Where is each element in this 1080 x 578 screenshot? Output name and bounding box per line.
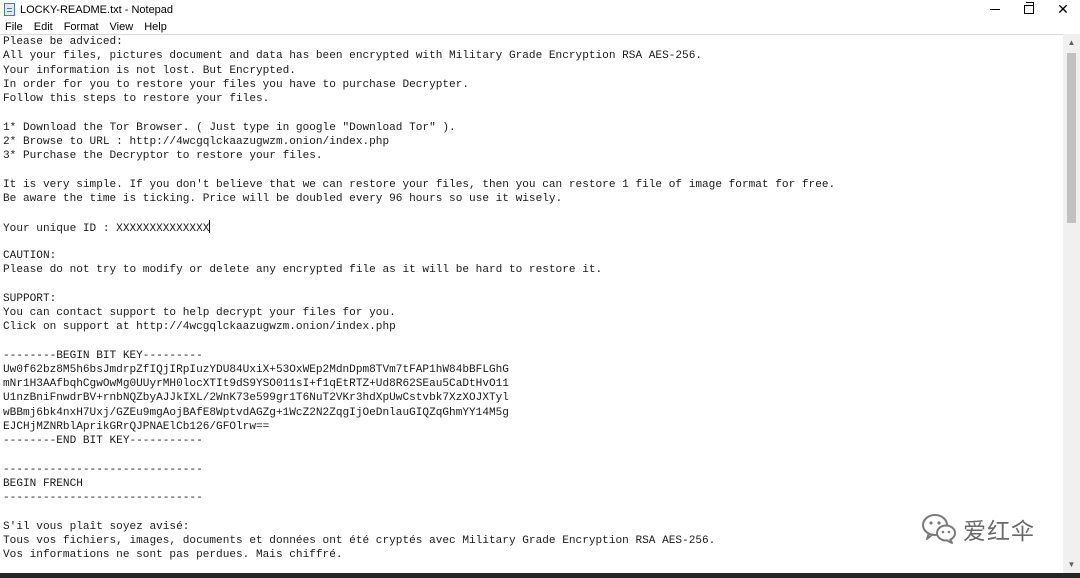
- vertical-scrollbar[interactable]: ▲ ▼: [1063, 34, 1080, 573]
- close-icon: ✕: [1057, 1, 1069, 17]
- text-line: [3, 277, 1063, 291]
- text-line: 3* Purchase the Decryptor to restore you…: [3, 150, 323, 162]
- watermark-text: 爱红伞: [963, 519, 1035, 545]
- notepad-window: LOCKY-README.txt - Notepad ✕ File Edit F…: [0, 0, 1080, 578]
- text-line: Your unique ID : XXXXXXXXXXXXXX: [3, 220, 1063, 235]
- text-line: [3, 163, 1063, 177]
- close-button[interactable]: ✕: [1046, 0, 1080, 19]
- scroll-thumb[interactable]: [1067, 53, 1076, 223]
- scroll-down-arrow-icon[interactable]: ▼: [1063, 556, 1080, 573]
- text-line: Tous vos fichiers, images, documents et …: [3, 534, 716, 547]
- text-content[interactable]: Please be adviced: All your files, pictur…: [0, 35, 1063, 562]
- title-bar[interactable]: LOCKY-README.txt - Notepad ✕: [0, 0, 1080, 19]
- wechat-logo-icon: [922, 514, 956, 544]
- bottom-edge: [0, 573, 1080, 578]
- text-line: ------------------------------: [3, 492, 203, 504]
- menu-format[interactable]: Format: [59, 21, 105, 33]
- text-line: [3, 505, 1063, 519]
- text-line: Uw0f62bz8M5h6bsJmdrpZfIQjIRpIuzYDU84UxiX…: [3, 363, 509, 376]
- window-title: LOCKY-README.txt - Notepad: [20, 3, 174, 16]
- text-line: Click on support at http://4wcgqlckaazug…: [3, 321, 396, 333]
- text-line: [3, 206, 1063, 220]
- maximize-icon: [1024, 2, 1034, 14]
- text-line: [3, 334, 1063, 348]
- text-line: SUPPORT:: [3, 292, 57, 305]
- minimize-icon: [990, 9, 1000, 10]
- text-caret: [209, 220, 211, 234]
- text-line: 2* Browse to URL : http://4wcgqlckaazugw…: [3, 135, 390, 148]
- text-line: [3, 235, 1063, 249]
- text-line: U1nzBniFnwdrBV+rnbNQZbyAJJkIXL/2WnK73e59…: [3, 392, 509, 405]
- text-line: wBBmj6bk4nxH7Uxj/GZEu9mgAojBAfE8WptvdAGZ…: [3, 406, 509, 419]
- text-line: Be aware the time is ticking. Price will…: [3, 192, 563, 205]
- menu-help[interactable]: Help: [139, 21, 173, 33]
- menu-file[interactable]: File: [0, 21, 29, 33]
- text-line: In order for you to restore your files y…: [3, 78, 470, 91]
- text-line: It is very simple. If you don't believe …: [3, 178, 836, 191]
- text-line: S'il vous plaît soyez avisé:: [3, 520, 190, 533]
- watermark: 爱红伞: [921, 512, 1035, 546]
- text-line: Please be adviced:: [3, 36, 123, 48]
- text-line: Your information is not lost. But Encryp…: [3, 64, 296, 77]
- text-line: ------------------------------: [3, 463, 203, 476]
- menu-bar: File Edit Format View Help: [0, 19, 1080, 34]
- text-editor-area[interactable]: Please be adviced: All your files, pictur…: [0, 34, 1063, 574]
- scroll-up-arrow-icon[interactable]: ▲: [1063, 34, 1080, 51]
- text-line: All your files, pictures document and da…: [3, 50, 703, 63]
- text-line: EJCHjMZNRblAprikGRrQJPNAElCb126/GFOlrw==: [3, 420, 270, 433]
- text-line: BEGIN FRENCH: [3, 477, 83, 490]
- text-line: Please do not try to modify or delete an…: [3, 264, 603, 276]
- menu-view[interactable]: View: [105, 21, 140, 33]
- text-line: 1* Download the Tor Browser. ( Just type…: [3, 121, 456, 134]
- text-line: You can contact support to help decrypt …: [3, 306, 396, 319]
- text-line: --------BEGIN BIT KEY---------: [3, 349, 203, 362]
- maximize-button[interactable]: [1012, 0, 1046, 19]
- text-line: Follow this steps to restore your files.: [3, 93, 270, 105]
- minimize-button[interactable]: [978, 0, 1012, 19]
- text-line: mNr1H3AAfbqhCgwOwMg0UUyrMH0locXTIt9dS9YS…: [3, 378, 509, 390]
- text-line: [3, 448, 1063, 462]
- text-line: CAUTION:: [3, 249, 57, 262]
- menu-edit[interactable]: Edit: [29, 21, 59, 33]
- notepad-icon: [4, 3, 15, 16]
- window-controls: ✕: [978, 0, 1080, 19]
- text-line: Vos informations ne sont pas perdues. Ma…: [3, 549, 343, 561]
- text-line: [3, 106, 1063, 120]
- text-line: --------END BIT KEY-----------: [3, 435, 203, 447]
